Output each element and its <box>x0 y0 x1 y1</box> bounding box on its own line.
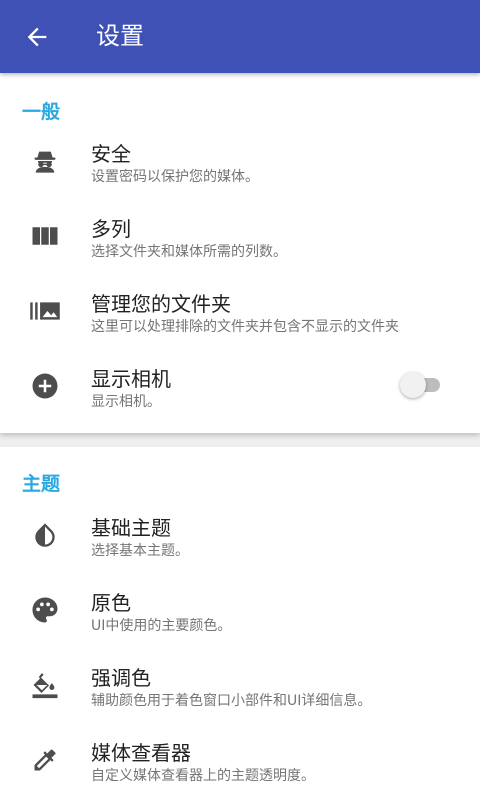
setting-primary-color[interactable]: 原色 UI中使用的主要颜色。 <box>0 572 480 647</box>
folder-list-icon <box>28 273 62 348</box>
setting-subtitle: 设置密码以保护您的媒体。 <box>91 169 259 185</box>
setting-security[interactable]: 安全 设置密码以保护您的媒体。 <box>0 123 480 198</box>
eyedropper-icon <box>28 722 62 797</box>
setting-title: 原色 <box>91 591 131 615</box>
setting-subtitle: 自定义媒体查看器上的主题透明度。 <box>91 768 315 784</box>
setting-title: 显示相机 <box>91 367 171 391</box>
setting-columns[interactable]: 多列 选择文件夹和媒体所需的列数。 <box>0 198 480 273</box>
setting-subtitle: 显示相机。 <box>91 394 161 410</box>
page-title: 设置 <box>96 22 144 50</box>
incognito-icon <box>28 123 62 198</box>
general-section: 一般 安全 设置密码以保护您的媒体。 多列 选择文件夹和媒体所需的列数。 管理您… <box>0 73 480 433</box>
setting-title: 媒体查看器 <box>91 741 191 765</box>
setting-subtitle: 选择基本主题。 <box>91 543 189 559</box>
add-circle-icon <box>28 348 62 423</box>
app-bar: 设置 <box>0 0 480 73</box>
setting-media-viewer[interactable]: 媒体查看器 自定义媒体查看器上的主题透明度。 <box>0 722 480 797</box>
section-header-theme: 主题 <box>22 473 61 495</box>
invert-colors-icon <box>28 497 62 572</box>
view-column-icon <box>28 198 62 273</box>
theme-section: 主题 基础主题 选择基本主题。 原色 UI中使用的主要颜色。 强调色 辅助颜色用… <box>0 447 480 800</box>
setting-subtitle: 这里可以处理排除的文件夹并包含不显示的文件夹 <box>91 319 399 335</box>
setting-title: 强调色 <box>91 666 151 690</box>
setting-title: 安全 <box>91 142 131 166</box>
toggle-thumb <box>400 372 426 398</box>
setting-title: 多列 <box>91 217 131 241</box>
arrow-back-icon <box>27 27 47 47</box>
setting-show-camera[interactable]: 显示相机 显示相机。 <box>0 348 480 423</box>
setting-accent-color[interactable]: 强调色 辅助颜色用于着色窗口小部件和UI详细信息。 <box>0 647 480 722</box>
show-camera-toggle[interactable] <box>400 372 444 398</box>
palette-icon <box>28 572 62 647</box>
section-header-general: 一般 <box>22 101 61 123</box>
setting-title: 管理您的文件夹 <box>91 292 231 316</box>
setting-title: 基础主题 <box>91 516 171 540</box>
setting-base-theme[interactable]: 基础主题 选择基本主题。 <box>0 497 480 572</box>
paint-bucket-icon <box>28 647 62 722</box>
setting-subtitle: 选择文件夹和媒体所需的列数。 <box>91 244 287 260</box>
setting-subtitle: 辅助颜色用于着色窗口小部件和UI详细信息。 <box>91 693 372 709</box>
back-button[interactable] <box>14 14 60 60</box>
setting-subtitle: UI中使用的主要颜色。 <box>91 618 232 634</box>
setting-manage-folders[interactable]: 管理您的文件夹 这里可以处理排除的文件夹并包含不显示的文件夹 <box>0 273 480 348</box>
